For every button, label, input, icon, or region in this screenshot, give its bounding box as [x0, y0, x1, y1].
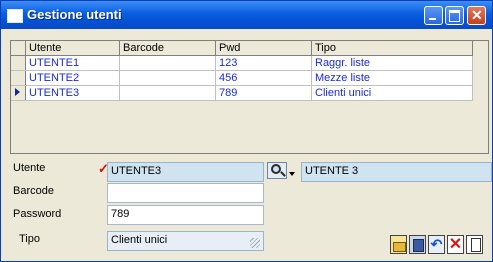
lookup-button[interactable]: [267, 162, 297, 180]
password-label: Password: [13, 208, 62, 220]
utente-label: Utente: [13, 162, 46, 174]
cell-tipo[interactable]: Mezze liste: [311, 70, 473, 86]
resize-grip-icon: [250, 238, 260, 248]
close-button[interactable]: ✕: [467, 6, 486, 25]
undo-icon: ↶: [430, 236, 443, 252]
delete-button[interactable]: ✕: [447, 235, 464, 254]
column-header-pwd[interactable]: Pwd: [215, 41, 312, 56]
grid-header-row: Utente Barcode Pwd Tipo: [11, 41, 473, 56]
window-icon: [7, 9, 23, 23]
barcode-label: Barcode: [13, 185, 54, 197]
cell-pwd[interactable]: 123: [215, 55, 312, 71]
password-input[interactable]: 789: [107, 205, 264, 225]
tipo-select[interactable]: Clienti unici: [107, 231, 264, 251]
row-indicator[interactable]: [11, 55, 26, 71]
cell-barcode[interactable]: [119, 55, 216, 71]
row-indicator[interactable]: [11, 70, 26, 86]
title-bar[interactable]: Gestione utenti ✕: [1, 1, 492, 29]
cell-pwd[interactable]: 456: [215, 70, 312, 86]
minimize-button[interactable]: [424, 6, 443, 25]
cell-utente[interactable]: UTENTE2: [25, 70, 120, 86]
row-indicator[interactable]: [11, 85, 26, 101]
cell-barcode[interactable]: [119, 85, 216, 101]
new-document-button[interactable]: [466, 235, 483, 254]
window-title: Gestione utenti: [27, 7, 122, 22]
tipo-label: Tipo: [19, 233, 40, 245]
open-folder-button[interactable]: [390, 235, 407, 254]
users-grid[interactable]: Utente Barcode Pwd Tipo UTENTE1 123 Ragg…: [10, 40, 489, 154]
cell-tipo[interactable]: Raggr. liste: [311, 55, 473, 71]
table-row[interactable]: UTENTE2 456 Mezze liste: [11, 70, 473, 86]
search-icon-frame: [267, 162, 287, 179]
delete-icon: ✕: [448, 236, 463, 253]
cell-utente[interactable]: UTENTE3: [25, 85, 120, 101]
undo-button[interactable]: ↶: [428, 235, 445, 254]
column-header-barcode[interactable]: Barcode: [119, 41, 216, 56]
search-icon-handle: [280, 171, 286, 177]
chevron-down-icon: [289, 172, 295, 176]
tipo-value: Clienti unici: [111, 234, 168, 246]
cell-utente[interactable]: UTENTE1: [25, 55, 120, 71]
table-row-selected[interactable]: UTENTE3 789 Clienti unici: [11, 85, 473, 101]
save-button[interactable]: [409, 235, 426, 254]
barcode-input[interactable]: [107, 183, 264, 203]
cell-tipo[interactable]: Clienti unici: [311, 85, 473, 101]
row-indicator-header: [11, 41, 26, 56]
maximize-button[interactable]: [445, 6, 464, 25]
table-row[interactable]: UTENTE1 123 Raggr. liste: [11, 55, 473, 71]
current-row-icon: [15, 88, 20, 96]
app-window: Gestione utenti ✕ Utente Barcode Pwd Tip…: [0, 0, 493, 262]
column-header-utente[interactable]: Utente: [25, 41, 120, 56]
close-icon: ✕: [471, 7, 483, 23]
utente-input[interactable]: UTENTE3: [107, 162, 264, 182]
utente-description-field: UTENTE 3: [301, 162, 492, 182]
cell-barcode[interactable]: [119, 70, 216, 86]
column-header-tipo[interactable]: Tipo: [311, 41, 473, 56]
cell-pwd[interactable]: 789: [215, 85, 312, 101]
